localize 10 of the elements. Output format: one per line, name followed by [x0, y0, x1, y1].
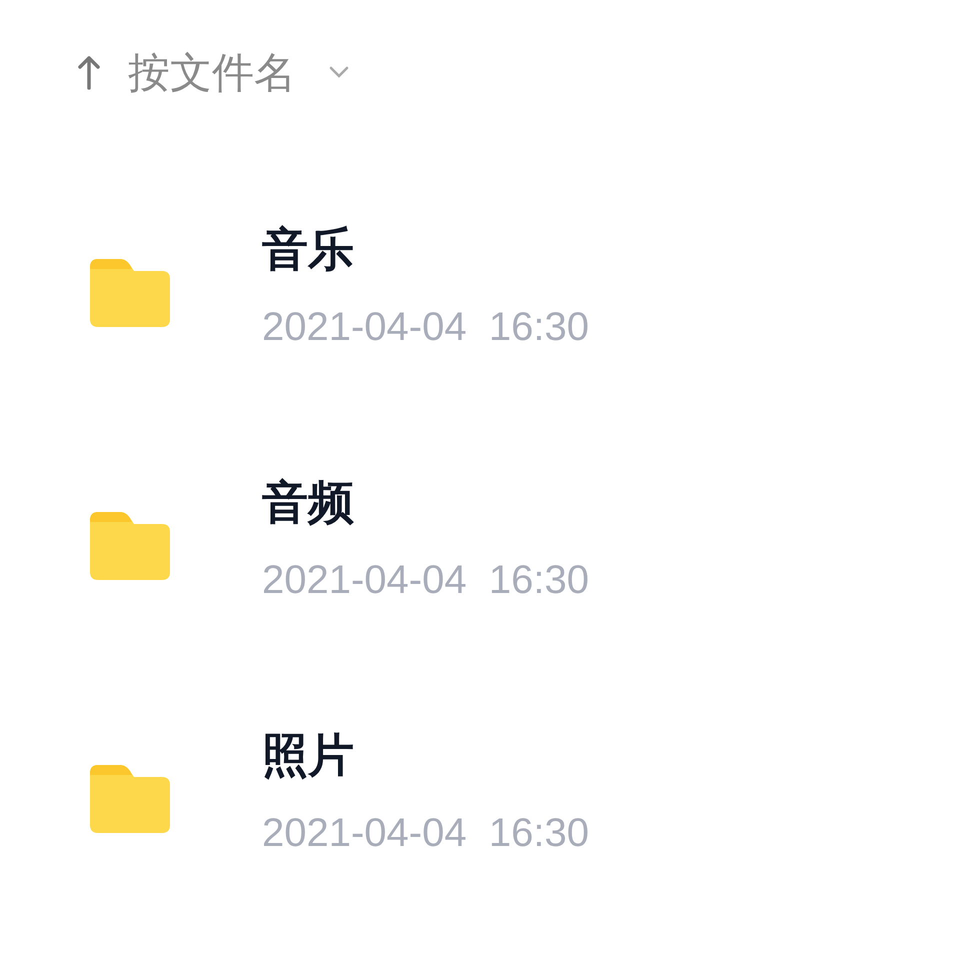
folder-icon[interactable] — [90, 258, 170, 326]
modified-date: 2021-04-04 16:30 — [262, 810, 589, 856]
chevron-down-icon[interactable] — [328, 65, 350, 79]
folder-name[interactable]: 音频 — [262, 472, 589, 532]
modified-date: 2021-04-04 16:30 — [262, 556, 589, 604]
folder-icon[interactable] — [90, 512, 170, 580]
folder-name[interactable]: 照片 — [262, 724, 589, 784]
folder-name[interactable]: 音乐 — [262, 218, 589, 278]
folder-icon[interactable] — [90, 764, 170, 832]
modified-date: 2021-04-04 16:30 — [262, 304, 589, 350]
